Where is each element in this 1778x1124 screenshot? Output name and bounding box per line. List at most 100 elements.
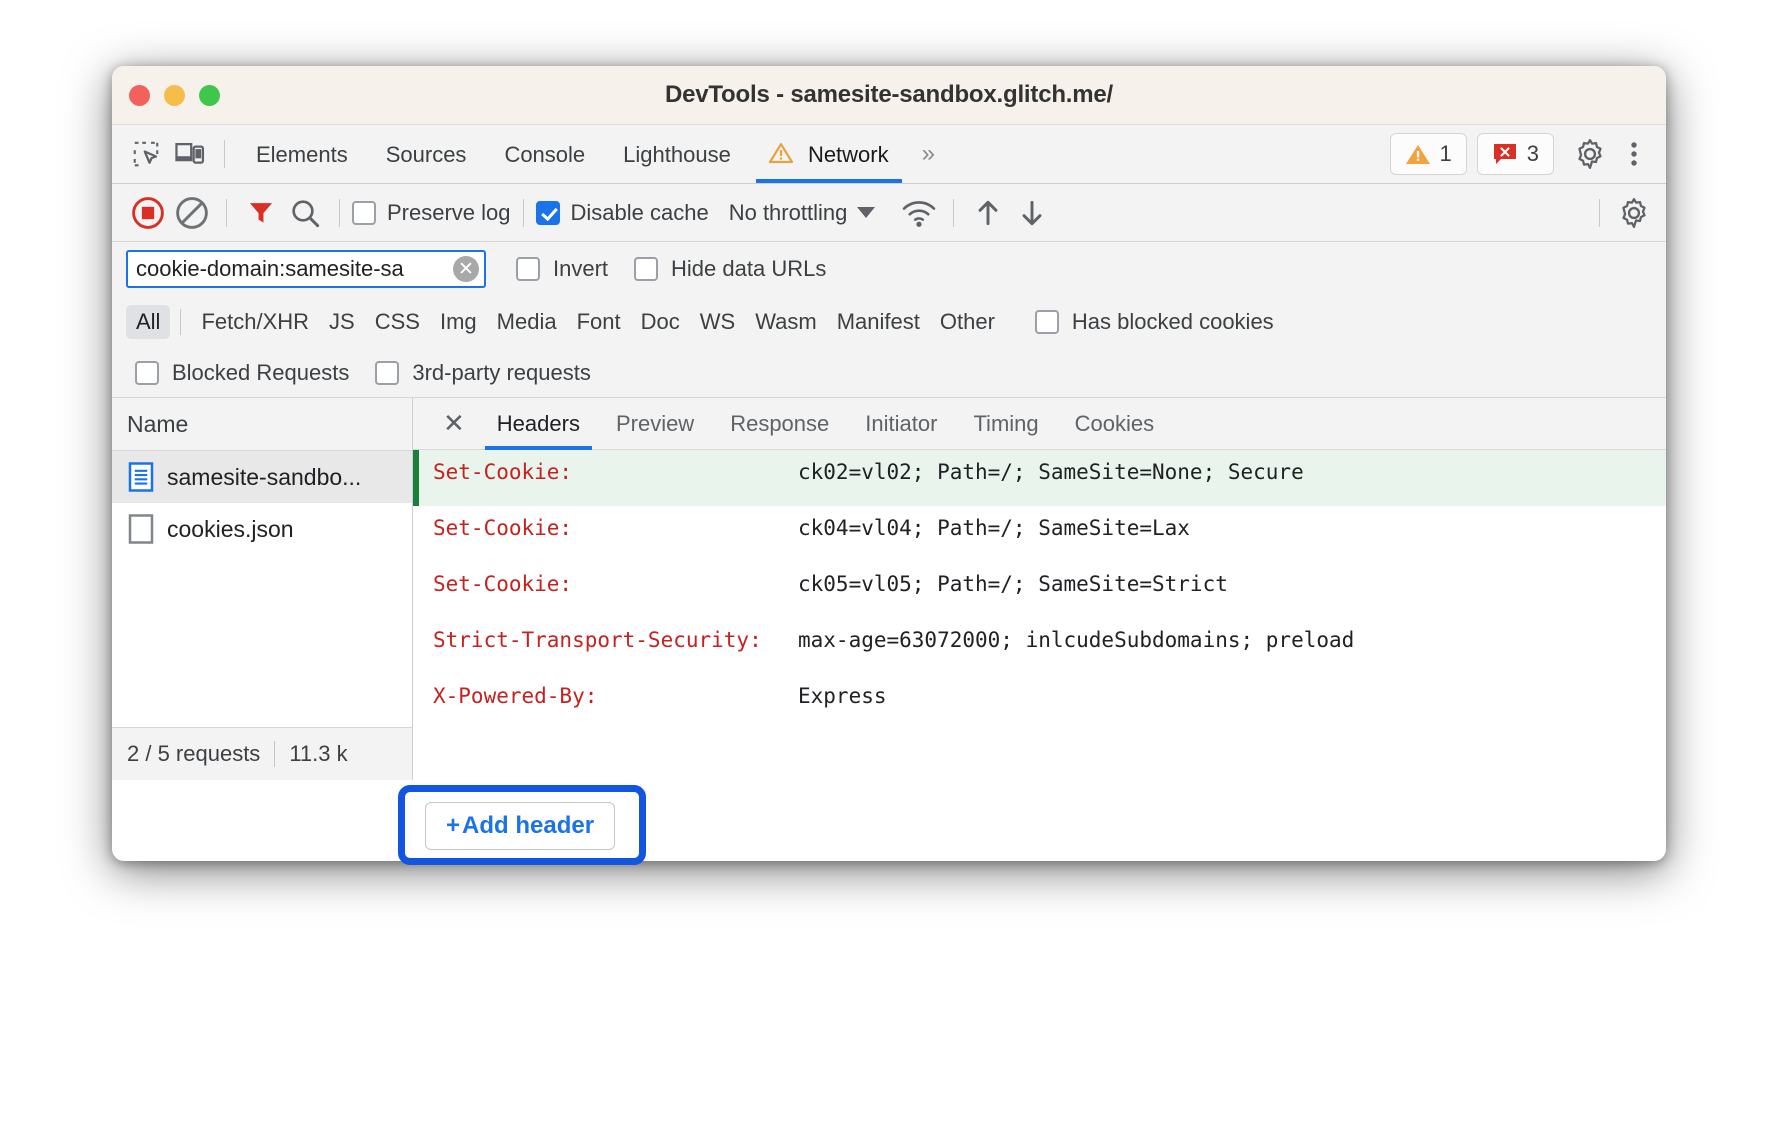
detail-tab-response[interactable]: Response (712, 398, 847, 450)
request-row-cookies-json[interactable]: cookies.json (112, 503, 412, 555)
requests-column-header[interactable]: Name (112, 398, 412, 451)
gear-icon[interactable] (1568, 132, 1612, 176)
type-filter-doc[interactable]: Doc (631, 305, 690, 339)
header-value[interactable]: ck02=vl02; Path=/; SameSite=None; Secure (798, 456, 1666, 488)
preserve-log-label: Preserve log (387, 200, 511, 226)
type-filter-wasm[interactable]: Wasm (745, 305, 827, 339)
invert-label: Invert (553, 256, 608, 282)
type-filter-css[interactable]: CSS (365, 305, 430, 339)
toolbar-divider (226, 199, 227, 227)
blocked-requests-label: Blocked Requests (172, 360, 349, 386)
third-party-requests-checkbox-box[interactable] (375, 361, 399, 385)
generic-file-icon (128, 514, 154, 544)
header-row[interactable]: Set-Cookie: ck02=vl02; Path=/; SameSite=… (413, 450, 1666, 506)
export-har-icon[interactable] (1010, 191, 1054, 235)
disable-cache-label: Disable cache (571, 200, 709, 226)
warning-count-label: 1 (1440, 141, 1452, 167)
header-row[interactable]: X-Powered-By: Express (413, 674, 1666, 718)
type-filter-js[interactable]: JS (319, 305, 365, 339)
tab-console[interactable]: Console (485, 126, 604, 183)
tab-sources[interactable]: Sources (367, 126, 486, 183)
detail-tab-timing[interactable]: Timing (955, 398, 1056, 450)
invert-checkbox[interactable]: Invert (516, 256, 608, 282)
disable-cache-checkbox[interactable]: Disable cache (536, 200, 709, 226)
type-filter-other[interactable]: Other (930, 305, 1005, 339)
type-filter-font[interactable]: Font (567, 305, 631, 339)
extra-filters-row: Blocked Requests 3rd-party requests (112, 348, 1666, 398)
detail-tab-headers[interactable]: Headers (479, 398, 598, 450)
tab-network[interactable]: Network (750, 126, 908, 183)
has-blocked-cookies-checkbox-box[interactable] (1035, 310, 1059, 334)
network-settings-gear-icon[interactable] (1612, 191, 1656, 235)
has-blocked-cookies-checkbox[interactable]: Has blocked cookies (1035, 309, 1274, 335)
inspect-element-icon[interactable] (124, 132, 168, 176)
header-row[interactable]: Set-Cookie: ck05=vl05; Path=/; SameSite=… (413, 562, 1666, 618)
request-row-label: samesite-sandbo... (167, 464, 361, 491)
add-header-button-inner[interactable]: +Add header (425, 802, 615, 850)
add-header-label: Add header (462, 812, 594, 840)
preserve-log-checkbox[interactable]: Preserve log (352, 200, 511, 226)
filter-funnel-icon[interactable] (239, 191, 283, 235)
header-value[interactable]: Express (798, 680, 1666, 712)
network-toolbar: Preserve log Disable cache No throttling (112, 184, 1666, 242)
header-value[interactable]: ck05=vl05; Path=/; SameSite=Strict (798, 568, 1666, 600)
throttling-dropdown[interactable]: No throttling (729, 200, 876, 226)
type-filter-fetchxhr[interactable]: Fetch/XHR (191, 305, 319, 339)
window-title: DevTools - samesite-sandbox.glitch.me/ (112, 66, 1666, 124)
request-row-label: cookies.json (167, 516, 294, 543)
plus-icon: + (446, 812, 460, 840)
header-name[interactable]: Set-Cookie: (413, 456, 798, 488)
header-row[interactable]: Strict-Transport-Security: max-age=63072… (413, 618, 1666, 674)
device-toolbar-icon[interactable] (168, 132, 212, 176)
detail-tab-cookies[interactable]: Cookies (1057, 398, 1172, 450)
blocked-requests-checkbox-box[interactable] (135, 361, 159, 385)
type-filter-img[interactable]: Img (430, 305, 487, 339)
invert-checkbox-box[interactable] (516, 257, 540, 281)
request-row-samesite-sandbox[interactable]: samesite-sandbo... (112, 451, 412, 503)
error-count-badge[interactable]: 3 (1477, 133, 1554, 175)
header-value[interactable]: max-age=63072000; inlcudeSubdomains; pre… (798, 624, 1666, 656)
hide-data-urls-checkbox-box[interactable] (634, 257, 658, 281)
more-tabs-icon[interactable]: » (908, 140, 945, 168)
network-filter-value: cookie-domain:samesite-sa (136, 256, 404, 282)
type-filter-media[interactable]: Media (487, 305, 567, 339)
devtools-main-tabbar: Elements Sources Console Lighthouse Netw… (112, 125, 1666, 184)
header-name[interactable]: Set-Cookie: (413, 512, 798, 544)
detail-tab-preview[interactable]: Preview (598, 398, 712, 450)
transferred-size-label: 11.3 k (289, 741, 347, 767)
header-row[interactable]: Set-Cookie: ck04=vl04; Path=/; SameSite=… (413, 506, 1666, 562)
clear-input-icon[interactable]: ✕ (453, 256, 479, 282)
type-filter-all[interactable]: All (126, 305, 170, 339)
record-stop-icon[interactable] (126, 191, 170, 235)
preserve-log-checkbox-box[interactable] (352, 201, 376, 225)
detail-tab-initiator[interactable]: Initiator (847, 398, 955, 450)
network-filter-input[interactable]: cookie-domain:samesite-sa ✕ (126, 250, 486, 288)
chevron-down-icon[interactable] (857, 207, 875, 218)
header-name[interactable]: Strict-Transport-Security: (413, 624, 798, 656)
tab-lighthouse[interactable]: Lighthouse (604, 126, 750, 183)
blocked-requests-checkbox[interactable]: Blocked Requests (135, 360, 349, 386)
hide-data-urls-checkbox[interactable]: Hide data URLs (634, 256, 826, 282)
third-party-requests-checkbox[interactable]: 3rd-party requests (375, 360, 591, 386)
import-har-icon[interactable] (966, 191, 1010, 235)
type-filter-ws[interactable]: WS (690, 305, 745, 339)
clear-network-log-icon[interactable] (170, 191, 214, 235)
detail-tabbar: ✕ Headers Preview Response Initiator Tim… (413, 398, 1666, 450)
header-value[interactable]: ck04=vl04; Path=/; SameSite=Lax (798, 512, 1666, 544)
kebab-menu-icon[interactable] (1612, 132, 1656, 176)
type-filter-manifest[interactable]: Manifest (827, 305, 930, 339)
window-titlebar: DevTools - samesite-sandbox.glitch.me/ (112, 66, 1666, 125)
header-name[interactable]: Set-Cookie: (413, 568, 798, 600)
close-icon[interactable]: ✕ (429, 409, 479, 439)
error-bubble-icon (1492, 142, 1518, 166)
search-icon[interactable] (283, 191, 327, 235)
warning-count-badge[interactable]: 1 (1390, 133, 1467, 175)
toolbar-divider (953, 199, 954, 227)
disable-cache-checkbox-box[interactable] (536, 201, 560, 225)
warning-triangle-icon (1405, 143, 1431, 166)
tab-elements[interactable]: Elements (237, 126, 367, 183)
header-name[interactable]: X-Powered-By: (413, 680, 798, 712)
toolbar-divider (224, 140, 225, 168)
network-conditions-icon[interactable] (897, 191, 941, 235)
add-header-button[interactable]: +Add header (425, 802, 615, 850)
